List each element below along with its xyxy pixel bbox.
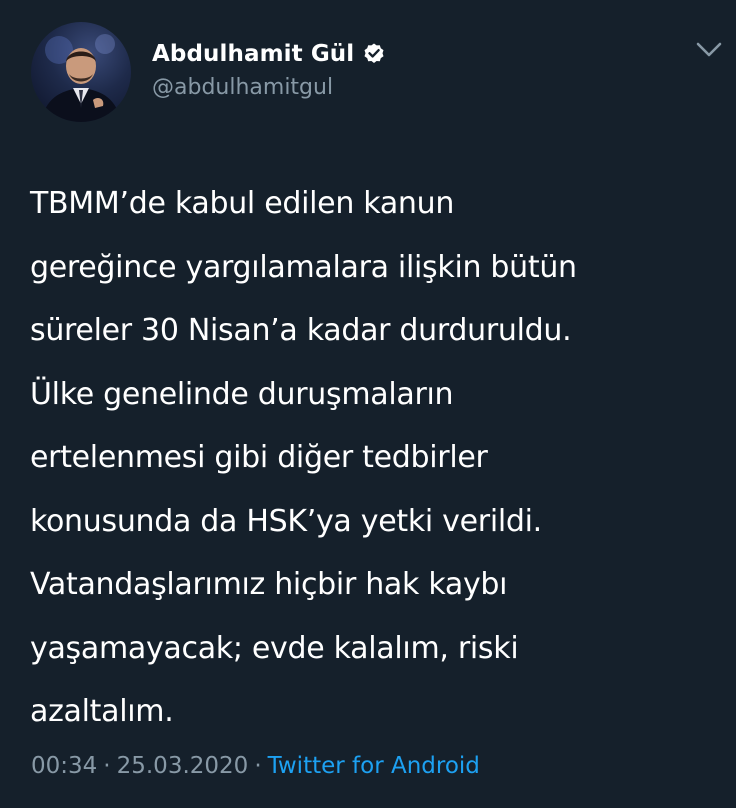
author-block: Abdulhamit Gül @abdulhamitgul [152,36,386,104]
tweet-text-line: TBMM’de kabul edilen kanun [30,186,455,221]
tweet-meta: 00:34 · 25.03.2020 · Twitter for Android [31,750,480,782]
tweet-text-line: süreler 30 Nisan’a kadar durduruldu. [30,313,572,348]
tweet-time[interactable]: 00:34 [31,753,97,779]
meta-separator: · [254,753,262,779]
tweet-card: Abdulhamit Gül @abdulhamitgul TBMM’de ka… [0,0,736,808]
tweet-text-line: azaltalım. [30,694,174,729]
verified-badge-icon [362,42,386,66]
tweet-text-line: konusunda da HSK’ya yetki verildi. [30,503,542,539]
profile-photo-icon [41,34,121,122]
tweet-text-line: yaşamayacak; evde kalalım, riski [30,630,519,666]
more-options-chevron-down-icon[interactable] [694,40,724,60]
tweet-text: TBMM’de kabul edilen kanun gereğince yar… [30,172,720,744]
tweet-text-line: Vatandaşlarımız hiçbir hak kaybı [30,567,508,602]
tweet-date[interactable]: 25.03.2020 [117,753,249,779]
tweet-text-line: ertelenmesi gibi diğer tedbirler [30,440,488,475]
display-name[interactable]: Abdulhamit Gül [152,41,354,67]
tweet-text-line: Ülke genelinde duruşmaların [30,376,454,412]
avatar[interactable] [31,22,131,122]
tweet-source-link[interactable]: Twitter for Android [268,753,480,779]
tweet-text-line: gereğince yargılamalara ilişkin bütün [30,249,577,285]
author-handle[interactable]: @abdulhamitgul [152,72,386,104]
author-name-row[interactable]: Abdulhamit Gül [152,36,386,72]
meta-separator: · [103,753,111,779]
